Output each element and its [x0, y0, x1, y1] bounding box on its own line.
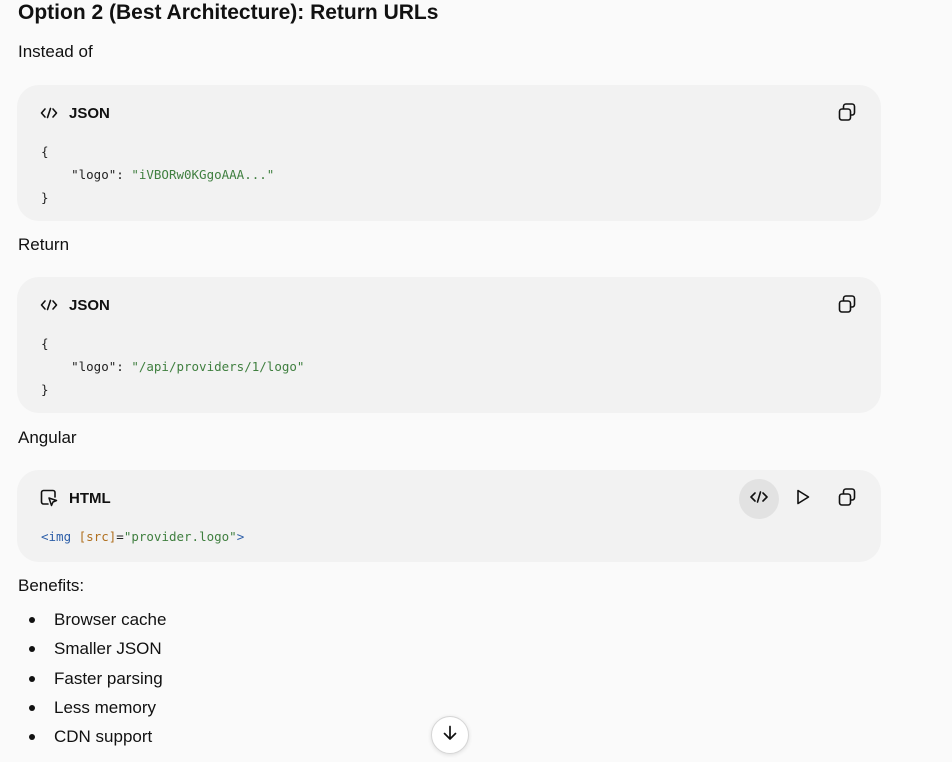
code-content: <img [src]="provider.logo">: [41, 529, 245, 544]
copy-button[interactable]: [827, 286, 867, 326]
code-icon: [39, 295, 59, 315]
code-block-actions: [827, 94, 867, 134]
view-code-button[interactable]: [739, 479, 779, 519]
code-content: { "logo": "iVBORw0KGgoAAA..." }: [41, 144, 275, 205]
paragraph-instead-of: Instead of: [18, 42, 93, 61]
arrow-down-icon: [441, 724, 459, 747]
benefits-list: Browser cache Smaller JSON Faster parsin…: [18, 605, 166, 751]
list-item: Browser cache: [18, 605, 166, 634]
paragraph-benefits: Benefits:: [18, 576, 85, 595]
code-block-json-1: JSON { "logo": "iVBORw0KGgoAAA..." }: [17, 85, 881, 221]
copy-button[interactable]: [827, 479, 867, 519]
code-block-header: HTML: [39, 488, 111, 508]
code-language-label: JSON: [69, 104, 110, 122]
code-content: { "logo": "/api/providers/1/logo" }: [41, 336, 305, 397]
copy-icon: [837, 487, 857, 512]
code-block-actions: [827, 286, 867, 326]
html-preview-icon: [39, 488, 59, 508]
scroll-to-bottom-button[interactable]: [431, 716, 469, 754]
chat-response: Option 2 (Best Architecture): Return URL…: [0, 0, 952, 762]
run-preview-button[interactable]: [783, 479, 823, 519]
paragraph-angular: Angular: [18, 428, 77, 447]
copy-button[interactable]: [827, 94, 867, 134]
code-view-icon: [749, 490, 769, 509]
play-icon: [795, 488, 811, 511]
section-heading: Option 2 (Best Architecture): Return URL…: [18, 1, 439, 24]
code-language-label: JSON: [69, 296, 110, 314]
code-block-header: JSON: [39, 295, 110, 315]
code-block-json-2: JSON { "logo": "/api/providers/1/logo" }: [17, 277, 881, 413]
list-item: CDN support: [18, 722, 166, 751]
list-item: Faster parsing: [18, 664, 166, 693]
code-icon: [39, 103, 59, 123]
code-block-actions: [739, 479, 867, 519]
list-item: Less memory: [18, 693, 166, 722]
paragraph-return: Return: [18, 235, 70, 254]
code-block-html: HTML <img [src]="provider.logo">: [17, 470, 881, 562]
copy-icon: [837, 102, 857, 127]
list-item: Smaller JSON: [18, 634, 166, 663]
copy-icon: [837, 294, 857, 319]
code-block-header: JSON: [39, 103, 110, 123]
code-language-label: HTML: [69, 489, 111, 507]
